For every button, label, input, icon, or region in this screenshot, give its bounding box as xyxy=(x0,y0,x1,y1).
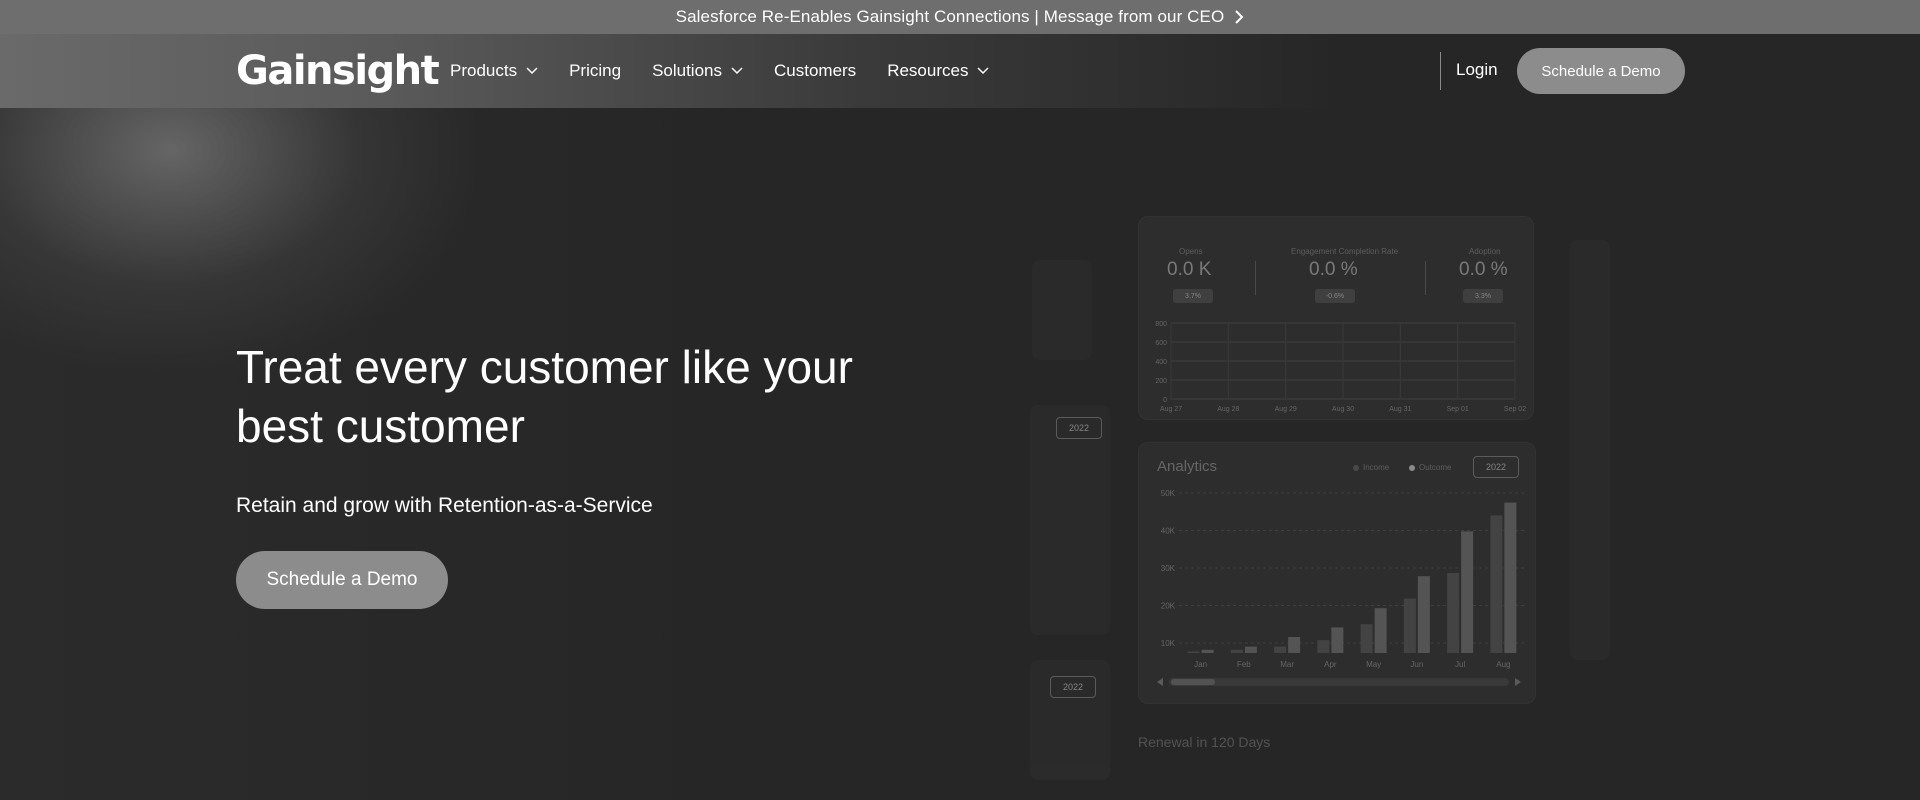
y-tick-label: 600 xyxy=(1155,340,1167,347)
hero-subtitle: Retain and grow with Retention-as-a-Serv… xyxy=(236,494,653,517)
nav-item-resources[interactable]: Resources xyxy=(887,61,989,81)
x-tick-label: Aug 30 xyxy=(1332,406,1354,413)
kpi-card: Opens 0.0 K 3.7% Engagement Completion R… xyxy=(1138,216,1534,420)
x-tick-label: Aug 28 xyxy=(1217,406,1239,413)
chevron-down-icon xyxy=(526,67,538,75)
bar-income xyxy=(1230,649,1243,653)
header-divider xyxy=(1440,52,1441,90)
scrollbar-track xyxy=(1169,678,1509,686)
kpi-label: Engagement Completion Rate xyxy=(1291,247,1399,256)
side-card: 2022 xyxy=(1030,660,1110,780)
announcement-bar[interactable]: Salesforce Re-Enables Gainsight Connecti… xyxy=(0,0,1920,34)
bar-outcome xyxy=(1331,627,1344,653)
kpi-value: 0.0 % xyxy=(1309,259,1358,280)
kpi-value: 0.0 % xyxy=(1459,259,1508,280)
y-tick-label: 400 xyxy=(1155,359,1167,366)
nav-item-customers[interactable]: Customers xyxy=(774,61,856,81)
chevron-right-icon xyxy=(1234,9,1244,25)
kpi-change: 3.3% xyxy=(1463,289,1503,303)
kpi-change: -0.6% xyxy=(1315,289,1355,303)
nav-item-solutions[interactable]: Solutions xyxy=(652,61,743,81)
bar-income xyxy=(1403,598,1416,653)
analytics-card: Analytics Income Outcome 2022 50K 40K 30K 2… xyxy=(1138,442,1536,704)
bar-outcome xyxy=(1417,576,1430,653)
y-tick-label: 40K xyxy=(1161,527,1176,536)
side-card: 2022 xyxy=(1030,405,1110,635)
kpi-label: Adoption xyxy=(1469,247,1501,256)
schedule-demo-hero-button[interactable]: Schedule a Demo xyxy=(236,551,448,609)
x-tick-label: Aug 31 xyxy=(1389,406,1411,413)
nav-item-label: Pricing xyxy=(569,61,622,80)
login-link[interactable]: Login xyxy=(1456,60,1498,80)
x-tick-label: Jan xyxy=(1194,660,1207,669)
y-tick-label: 0 xyxy=(1163,397,1167,404)
chevron-down-icon xyxy=(731,67,743,75)
legend-income: Income xyxy=(1353,463,1389,472)
side-card xyxy=(1570,240,1610,660)
scroll-right-icon xyxy=(1515,678,1521,686)
x-tick-label: Sep 02 xyxy=(1504,406,1526,413)
bar-chart: 50K 40K 30K 20K 10K Jan Feb Mar Apr May Jun Jul Aug xyxy=(1157,489,1525,686)
kpi-value: 0.0 K xyxy=(1167,259,1212,280)
x-tick-label: Mar xyxy=(1280,660,1294,669)
kpi-divider xyxy=(1255,261,1256,295)
nav-item-products[interactable]: Products xyxy=(450,61,538,81)
x-tick-label: May xyxy=(1366,660,1381,669)
x-tick-label: Aug 29 xyxy=(1275,406,1297,413)
main-nav: Products Pricing Solutions Customers Res… xyxy=(450,34,1020,108)
kpi-divider xyxy=(1425,261,1426,295)
legend-label: Outcome xyxy=(1419,463,1452,472)
bar-outcome xyxy=(1461,531,1474,653)
kpi-change: 3.7% xyxy=(1173,289,1213,303)
legend-label: Income xyxy=(1363,463,1390,472)
x-tick-label: Apr xyxy=(1324,660,1337,669)
nav-item-label: Solutions xyxy=(652,61,722,80)
dashboard-mockup: 2022 2022 Opens 0.0 K 3.7% Engagement Co… xyxy=(1000,200,1640,800)
bar-income xyxy=(1317,640,1330,653)
bar-outcome xyxy=(1504,502,1517,653)
x-tick-label: Sep 01 xyxy=(1447,406,1469,413)
y-tick-label: 200 xyxy=(1155,378,1167,385)
bar-income xyxy=(1490,515,1503,653)
nav-item-label: Resources xyxy=(887,61,969,80)
bar-outcome xyxy=(1244,646,1257,653)
y-tick-label: 50K xyxy=(1161,489,1176,498)
bar-income xyxy=(1274,646,1287,653)
site-header: Gainsight Products Pricing Solutions Cus… xyxy=(0,34,1920,108)
line-chart: 800 600 400 200 0 Aug 27 Aug 28 Aug 29 Aug 30 Aug… xyxy=(1155,321,1526,413)
bar-income xyxy=(1360,624,1373,653)
gainsight-logo[interactable]: Gainsight xyxy=(236,48,440,94)
scrollbar-thumb xyxy=(1171,679,1215,685)
y-tick-label: 30K xyxy=(1161,564,1176,573)
y-tick-label: 20K xyxy=(1161,602,1176,611)
x-tick-label: Jul xyxy=(1455,660,1465,669)
chevron-down-icon xyxy=(977,67,989,75)
x-tick-label: Jun xyxy=(1410,660,1423,669)
bar-outcome xyxy=(1201,649,1214,653)
schedule-demo-header-button[interactable]: Schedule a Demo xyxy=(1517,48,1685,94)
kpi-label: Opens xyxy=(1179,247,1203,256)
x-tick-label: Feb xyxy=(1237,660,1251,669)
x-tick-label: Aug 27 xyxy=(1160,406,1182,413)
side-card xyxy=(1032,260,1092,360)
nav-item-pricing[interactable]: Pricing xyxy=(569,61,621,81)
y-tick-label: 10K xyxy=(1161,639,1176,648)
nav-item-label: Products xyxy=(450,61,518,80)
bar-income xyxy=(1187,651,1200,653)
analytics-year-select: 2022 xyxy=(1473,456,1519,478)
announcement-text[interactable]: Salesforce Re-Enables Gainsight Connecti… xyxy=(676,7,1225,27)
bar-outcome xyxy=(1288,637,1301,653)
y-tick-label: 800 xyxy=(1155,321,1167,328)
bar-income xyxy=(1447,573,1460,653)
x-tick-label: Aug xyxy=(1496,660,1510,669)
legend-outcome: Outcome xyxy=(1409,463,1451,472)
year-select: 2022 xyxy=(1056,417,1102,439)
bar-outcome xyxy=(1374,608,1387,653)
analytics-title: Analytics xyxy=(1157,458,1218,475)
nav-item-label: Customers xyxy=(774,61,857,80)
renewal-label: Renewal in 120 Days xyxy=(1138,734,1271,750)
year-select: 2022 xyxy=(1050,676,1096,698)
hero-title: Treat every customer like your best cust… xyxy=(236,341,853,452)
scroll-left-icon xyxy=(1157,678,1163,686)
